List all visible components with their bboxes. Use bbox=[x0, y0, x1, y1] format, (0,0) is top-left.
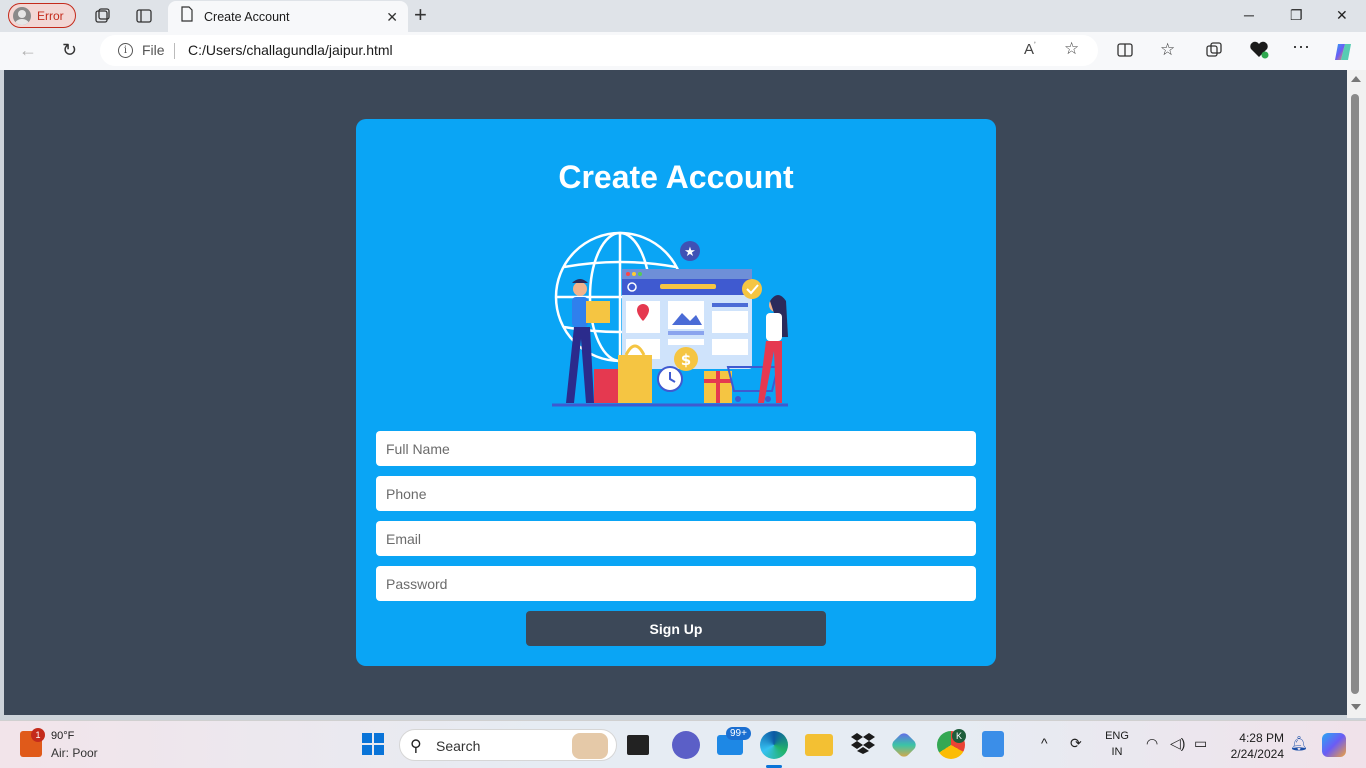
browser-toolbar: ← ↻ i File C:/Users/challagundla/jaipur.… bbox=[0, 32, 1366, 70]
more-icon[interactable]: ⋯ bbox=[1292, 38, 1310, 56]
collections-icon[interactable] bbox=[1205, 41, 1223, 64]
clock-time: 4:28 PM bbox=[1239, 731, 1284, 745]
sync-icon[interactable]: ⟳ bbox=[1070, 735, 1082, 752]
profile-status-label: Error bbox=[37, 8, 64, 23]
address-scheme-label: File bbox=[142, 42, 165, 58]
email-field[interactable] bbox=[376, 521, 976, 556]
read-aloud-icon[interactable]: Aʼ bbox=[1024, 41, 1036, 58]
plus-icon[interactable]: + bbox=[414, 4, 427, 26]
edge-icon[interactable] bbox=[760, 731, 788, 759]
sign-up-button[interactable]: Sign Up bbox=[526, 611, 826, 646]
windows-taskbar: 1 90°F Air: Poor ⚲ Search 99+ K ^ ⟳ ENG … bbox=[0, 720, 1366, 768]
task-view-icon[interactable] bbox=[627, 735, 649, 755]
browser-essentials-icon[interactable] bbox=[1249, 41, 1269, 64]
address-bar[interactable]: i File C:/Users/challagundla/jaipur.html… bbox=[100, 35, 1098, 66]
scroll-down-icon[interactable] bbox=[1351, 704, 1361, 710]
search-highlight-image bbox=[572, 733, 608, 759]
signup-card: Create Account ★ $ Full Name Phone Email… bbox=[356, 119, 996, 666]
weather-alert-badge: 1 bbox=[31, 728, 45, 742]
chevron-up-icon[interactable]: ^ bbox=[1041, 735, 1048, 751]
url-text[interactable]: C:/Users/challagundla/jaipur.html bbox=[188, 42, 393, 58]
full-name-field[interactable] bbox=[376, 431, 976, 466]
tab-actions-icon[interactable] bbox=[134, 6, 154, 26]
copilot-app-icon[interactable] bbox=[889, 730, 919, 760]
tab-title: Create Account bbox=[204, 9, 290, 24]
weather-temperature[interactable]: 90°F bbox=[51, 730, 74, 742]
scroll-thumb[interactable] bbox=[1351, 94, 1359, 694]
volume-icon[interactable]: ◁) bbox=[1170, 735, 1185, 752]
ecommerce-illustration: ★ $ bbox=[552, 231, 788, 407]
windows-icon[interactable] bbox=[362, 733, 384, 755]
favorites-icon[interactable]: ☆ bbox=[1160, 41, 1175, 59]
clock-date: 2/24/2024 bbox=[1230, 747, 1284, 761]
address-separator bbox=[174, 43, 175, 59]
language-indicator[interactable]: ENG bbox=[1103, 730, 1131, 742]
copilot-icon[interactable] bbox=[1332, 41, 1354, 68]
search-label: Search bbox=[436, 738, 481, 754]
tab-create-account[interactable]: Create Account ✕ bbox=[168, 1, 408, 32]
wifi-icon[interactable]: ◠ bbox=[1146, 735, 1158, 752]
password-field[interactable] bbox=[376, 566, 976, 601]
notepad-icon[interactable] bbox=[982, 731, 1004, 757]
notification-icon[interactable]: 🔔︎ bbox=[1290, 735, 1308, 752]
profile-button[interactable]: Error bbox=[8, 3, 76, 28]
teams-chat-icon[interactable] bbox=[672, 731, 700, 759]
file-explorer-icon[interactable] bbox=[805, 734, 833, 756]
window-close-icon[interactable]: ✕ bbox=[1336, 7, 1348, 24]
page-scrollbar[interactable] bbox=[1347, 70, 1366, 718]
scroll-up-icon[interactable] bbox=[1351, 76, 1361, 82]
refresh-icon[interactable]: ↻ bbox=[62, 41, 77, 59]
profile-icon bbox=[13, 6, 31, 25]
dropbox-icon[interactable] bbox=[850, 731, 878, 759]
page-icon bbox=[180, 6, 194, 27]
browser-title-bar: Error Create Account ✕ + ─ ❐ ✕ bbox=[0, 0, 1366, 32]
system-clock[interactable]: 4:28 PM 2/24/2024 bbox=[1222, 730, 1284, 762]
workspaces-icon[interactable] bbox=[92, 6, 112, 26]
info-icon[interactable]: i bbox=[118, 43, 133, 58]
favorite-icon[interactable]: ☆ bbox=[1064, 39, 1079, 59]
minimize-icon[interactable]: ─ bbox=[1244, 7, 1254, 23]
region-indicator[interactable]: IN bbox=[1103, 746, 1131, 758]
mail-unread-badge: 99+ bbox=[726, 727, 751, 740]
phone-field[interactable] bbox=[376, 476, 976, 511]
page-viewport: Create Account ★ $ Full Name Phone Email… bbox=[4, 70, 1347, 715]
back-icon[interactable]: ← bbox=[19, 41, 37, 59]
split-screen-icon[interactable] bbox=[1116, 41, 1134, 64]
search-icon: ⚲ bbox=[410, 738, 422, 755]
weather-air-quality[interactable]: Air: Poor bbox=[51, 746, 98, 760]
page-title: Create Account bbox=[558, 159, 794, 195]
svg-text:★: ★ bbox=[684, 245, 696, 260]
chrome-profile-badge: K bbox=[952, 729, 966, 743]
copilot-preview-icon[interactable] bbox=[1322, 733, 1346, 757]
battery-icon[interactable]: ▭ bbox=[1194, 735, 1207, 752]
taskbar-search[interactable]: ⚲ Search bbox=[399, 729, 617, 761]
close-icon[interactable]: ✕ bbox=[386, 9, 398, 26]
svg-text:$: $ bbox=[681, 351, 691, 369]
restore-icon[interactable]: ❐ bbox=[1290, 7, 1303, 24]
